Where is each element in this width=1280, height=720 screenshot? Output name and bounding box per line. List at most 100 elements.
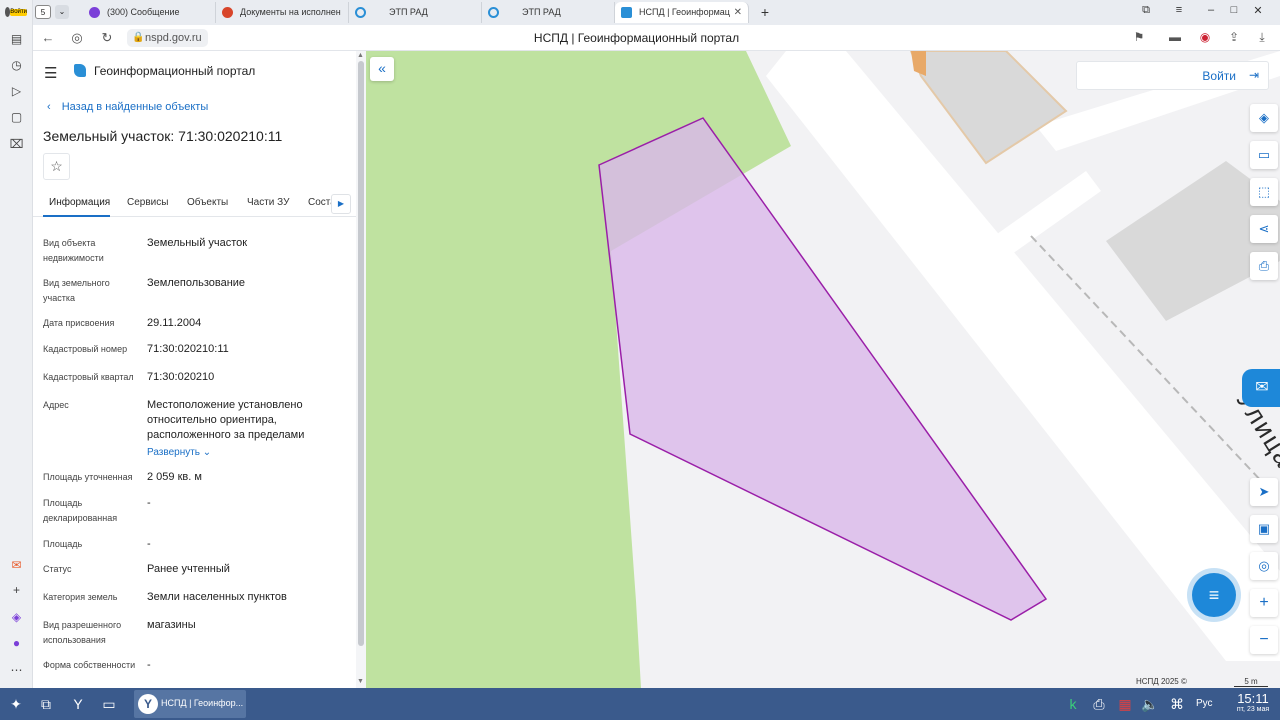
star-icon[interactable]: ☆ [43, 153, 70, 180]
assistant-icon[interactable]: ◈ [8, 608, 25, 625]
tray-app-icon[interactable]: ▦ [1114, 694, 1136, 714]
field-label: Кадастровый номер [43, 344, 128, 354]
login-icon: ⇥ [1248, 68, 1259, 82]
field-label: Площадь декларированная [43, 498, 118, 523]
start-menu-icon[interactable]: ✦ [5, 694, 27, 714]
share-icon[interactable]: ⇪ [1226, 30, 1242, 44]
expand-address-link[interactable]: Развернуть ⌄ [147, 445, 347, 460]
layers-button[interactable]: ◈ [1250, 104, 1278, 132]
scrollbar-thumb[interactable] [358, 61, 364, 646]
language-indicator[interactable]: Рус [1196, 698, 1213, 709]
locate-button[interactable]: ➤ [1250, 478, 1278, 506]
tab-3[interactable]: ЭТП РАД [349, 2, 482, 23]
tabs-scroll-right-icon[interactable]: ▶ [331, 194, 351, 214]
back-link-label: Назад в найденные объекты [61, 101, 209, 113]
network-icon[interactable]: ⌘ [1166, 694, 1188, 714]
close-window-button[interactable]: ✕ [1248, 4, 1268, 17]
info-tabs: Информация Сервисы Объекты Части ЗУ Сост… [33, 191, 358, 217]
tab-services[interactable]: Сервисы [127, 197, 168, 208]
field-value: - [147, 497, 151, 509]
mail-icon[interactable]: ✉ [8, 556, 25, 573]
printer-icon[interactable]: ⎙ [1088, 694, 1110, 714]
field-value: 29.11.2004 [147, 317, 202, 329]
scroll-up-icon[interactable]: ▲ [357, 52, 364, 59]
windows-icon[interactable]: ⧉ [35, 694, 57, 714]
tab-objects[interactable]: Объекты [187, 197, 228, 208]
tab-information[interactable]: Информация [49, 197, 110, 208]
share-button[interactable]: ⋖ [1250, 215, 1278, 243]
map-view[interactable]: Улица Маршала Жукова « Войти ⇥ ◈ ▭ ⬚ ⋖ ⎙… [366, 51, 1280, 688]
tab-2[interactable]: Документы на исполнен [216, 2, 349, 23]
field-value: - [147, 659, 151, 671]
play-icon[interactable]: ▷ [8, 82, 25, 99]
field-label: Форма собственности [43, 660, 136, 670]
notifications-icon[interactable]: ≡ [1169, 4, 1189, 16]
field-label: Адрес [43, 400, 69, 410]
scroll-down-icon[interactable]: ▼ [357, 678, 364, 685]
copyright: НСПД 2025 © [1136, 677, 1187, 686]
kaspersky-icon[interactable]: k [1062, 694, 1084, 714]
zoom-in-button[interactable]: + [1250, 589, 1278, 617]
tab-count[interactable]: 5 [35, 5, 51, 19]
maximize-button[interactable]: □ [1224, 4, 1244, 16]
field-label: Площадь уточненная [43, 472, 133, 482]
portal-name: Геоинформационный портал [94, 64, 256, 78]
panel-scrollbar[interactable]: ▲ ▼ [356, 51, 366, 688]
navigation-arrow-icon: ➤ [1258, 484, 1270, 499]
history-icon[interactable]: ◷ [8, 56, 25, 73]
alice-icon[interactable]: ● [8, 634, 25, 651]
tab-count-icon[interactable]: ▢ [8, 108, 25, 125]
tab-5-active[interactable]: НСПД | Геоинформац ✕ [615, 2, 749, 23]
bookmark-icon[interactable]: ⚑ [1131, 30, 1147, 44]
collections-icon[interactable]: ▤ [8, 30, 25, 47]
volume-icon[interactable]: 🔈 [1139, 694, 1161, 714]
minimap-button[interactable]: ▣ [1250, 515, 1278, 543]
support-chat-button[interactable]: ✉ [1242, 369, 1280, 407]
downloads-icon[interactable]: ⤓ [1254, 30, 1270, 45]
add-icon[interactable]: + [8, 581, 25, 598]
building [909, 51, 1068, 165]
profile-button[interactable]: Войти [5, 2, 27, 22]
screenshot-icon[interactable]: ⌧ [8, 135, 25, 152]
land-parcel[interactable] [598, 117, 1048, 621]
select-area-button[interactable]: ⬚ [1250, 178, 1278, 206]
clock[interactable]: 15:11 пт, 23 мая [1229, 691, 1277, 713]
chevron-down-icon[interactable]: ⌄ [55, 5, 69, 19]
tab-title: (300) Сообщение [107, 7, 180, 17]
close-icon[interactable]: ✕ [734, 2, 742, 23]
yandex-browser-icon[interactable]: Y [67, 694, 89, 714]
menu-icon[interactable]: ☰ [44, 64, 57, 82]
minimize-button[interactable]: – [1201, 4, 1221, 16]
chevron-down-icon: ⌄ [202, 447, 212, 458]
field-value: 71:30:020210 [147, 371, 215, 383]
file-manager-icon[interactable]: ▭ [98, 694, 120, 714]
address-bar: ← ◎ ↻ 🔒 nspd.gov.ru НСПД | Геоинформацио… [33, 25, 1280, 51]
select-area-icon: ⬚ [1257, 184, 1271, 199]
extension-icon[interactable]: ▬ [1167, 30, 1183, 44]
geolocation-button[interactable]: ◎ [1250, 552, 1278, 580]
login-button[interactable]: Войти ⇥ [1076, 61, 1269, 90]
ruler-icon: ▭ [1257, 147, 1271, 162]
collapse-panel-button[interactable]: « [370, 57, 394, 81]
plus-icon: + [1259, 594, 1269, 611]
print-button[interactable]: ⎙ [1250, 252, 1278, 280]
back-to-results-link[interactable]: ‹ Назад в найденные объекты [47, 101, 208, 113]
profile-tag: Войти [10, 8, 27, 16]
field-value: 2 059 кв. м [147, 471, 202, 483]
tab-parts[interactable]: Части ЗУ [247, 197, 289, 208]
yandex-icon: Y [138, 694, 158, 714]
new-tab-button[interactable]: + [755, 4, 775, 20]
more-icon[interactable]: ⋯ [8, 661, 25, 678]
tab-1[interactable]: (300) Сообщение [83, 2, 216, 23]
ruler-button[interactable]: ▭ [1250, 141, 1278, 169]
taskbar-app-nspd[interactable]: Y НСПД | Геоинфор... [134, 690, 246, 718]
extension-icon[interactable]: ◉ [1197, 30, 1213, 44]
tab-title: НСПД | Геоинформац [639, 7, 730, 17]
chat-bubble-button[interactable]: ≡ [1192, 573, 1236, 617]
zoom-out-button[interactable]: − [1250, 626, 1278, 654]
tabs-menu-icon[interactable]: ⧉ [1136, 4, 1156, 17]
field-label: Вид разрешенного использования [43, 620, 122, 645]
field-value: магазины [147, 619, 196, 631]
tab-4[interactable]: ЭТП РАД [482, 2, 615, 23]
chevron-left-icon: ‹ [47, 101, 51, 113]
